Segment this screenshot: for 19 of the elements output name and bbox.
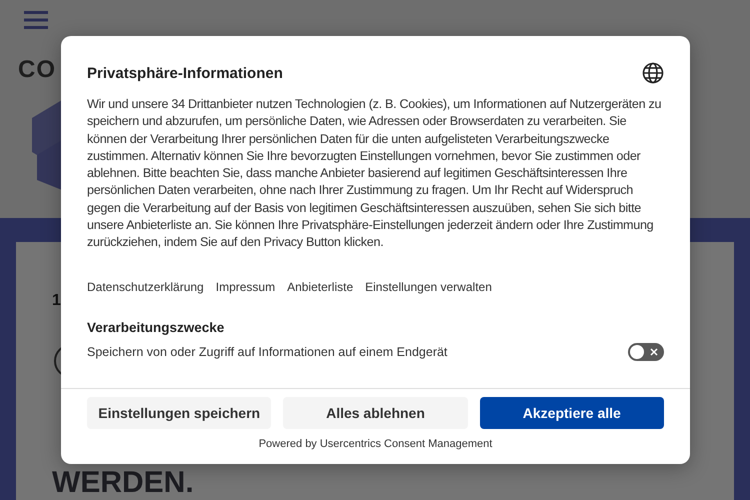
consent-button[interactable]: Alles ablehnen — [283, 397, 468, 429]
footer-link[interactable]: Einstellungen verwalten — [365, 280, 492, 294]
menu-icon[interactable] — [24, 10, 48, 30]
footer-link[interactable]: Impressum — [216, 280, 276, 294]
globe-icon[interactable] — [642, 62, 664, 84]
section-title: Verarbeitungszwecke — [87, 320, 226, 335]
consent-text: Wir und unsere 34 Drittanbieter nutzen Technologien (z. B. Cookies), um Informationen auf Nutzergeräten zu speichern und abzurufen, um persönliche Daten, wie Adressen oder Browserdaten zu verarbeiten. Sie können der Verarbeitung Ihrer persönlichen Daten für die unten aufgelisteten Verarbeitungszwecke zustimmen. Alternativ können Sie Ihre bevorzugten Einstellungen vornehmen, bevor Sie zustimmen oder ablehnen. Bitte beachten Sie, dass manche Anbieter basierend auf legitimen Geschäftsinteressen Ihre persönlichen Daten verarbeiten, ohne nach Ihrer Zustimmung zu fragen. Um Ihr Recht auf Widerspruch gegen die Verarbeitung auf der Basis von legitimen Geschäftsinteressen auszuüben, sehen Sie sich bitte unsere Anbieterliste an. Sie können Ihre Privatsphäre-Einstellungen jederzeit ändern oder Ihre Zustimmung zurückziehen, indem Sie auf den Privacy Button klicken. — [87, 96, 662, 252]
footer-link[interactable]: Anbieterliste — [287, 280, 354, 294]
consent-button[interactable]: Akzeptiere alle — [480, 397, 664, 429]
purpose-label: Speichern von oder Zugriff auf Informationen auf einem Endgerät — [87, 344, 448, 359]
consent-button[interactable]: Einstellungen speichern — [87, 397, 272, 429]
date-text: 1 — [52, 292, 61, 310]
logo-text: CO — [18, 56, 56, 84]
powered-by-text: Powered by Usercentrics Consent Management — [258, 438, 492, 450]
toggle-switch[interactable] — [628, 342, 664, 361]
footer-link[interactable]: Datenschutzerklärung — [87, 280, 204, 294]
headline: WERDEN. — [52, 468, 194, 498]
dialog-title: Privatsphäre-Informationen — [87, 64, 283, 82]
close-icon — [650, 348, 658, 356]
